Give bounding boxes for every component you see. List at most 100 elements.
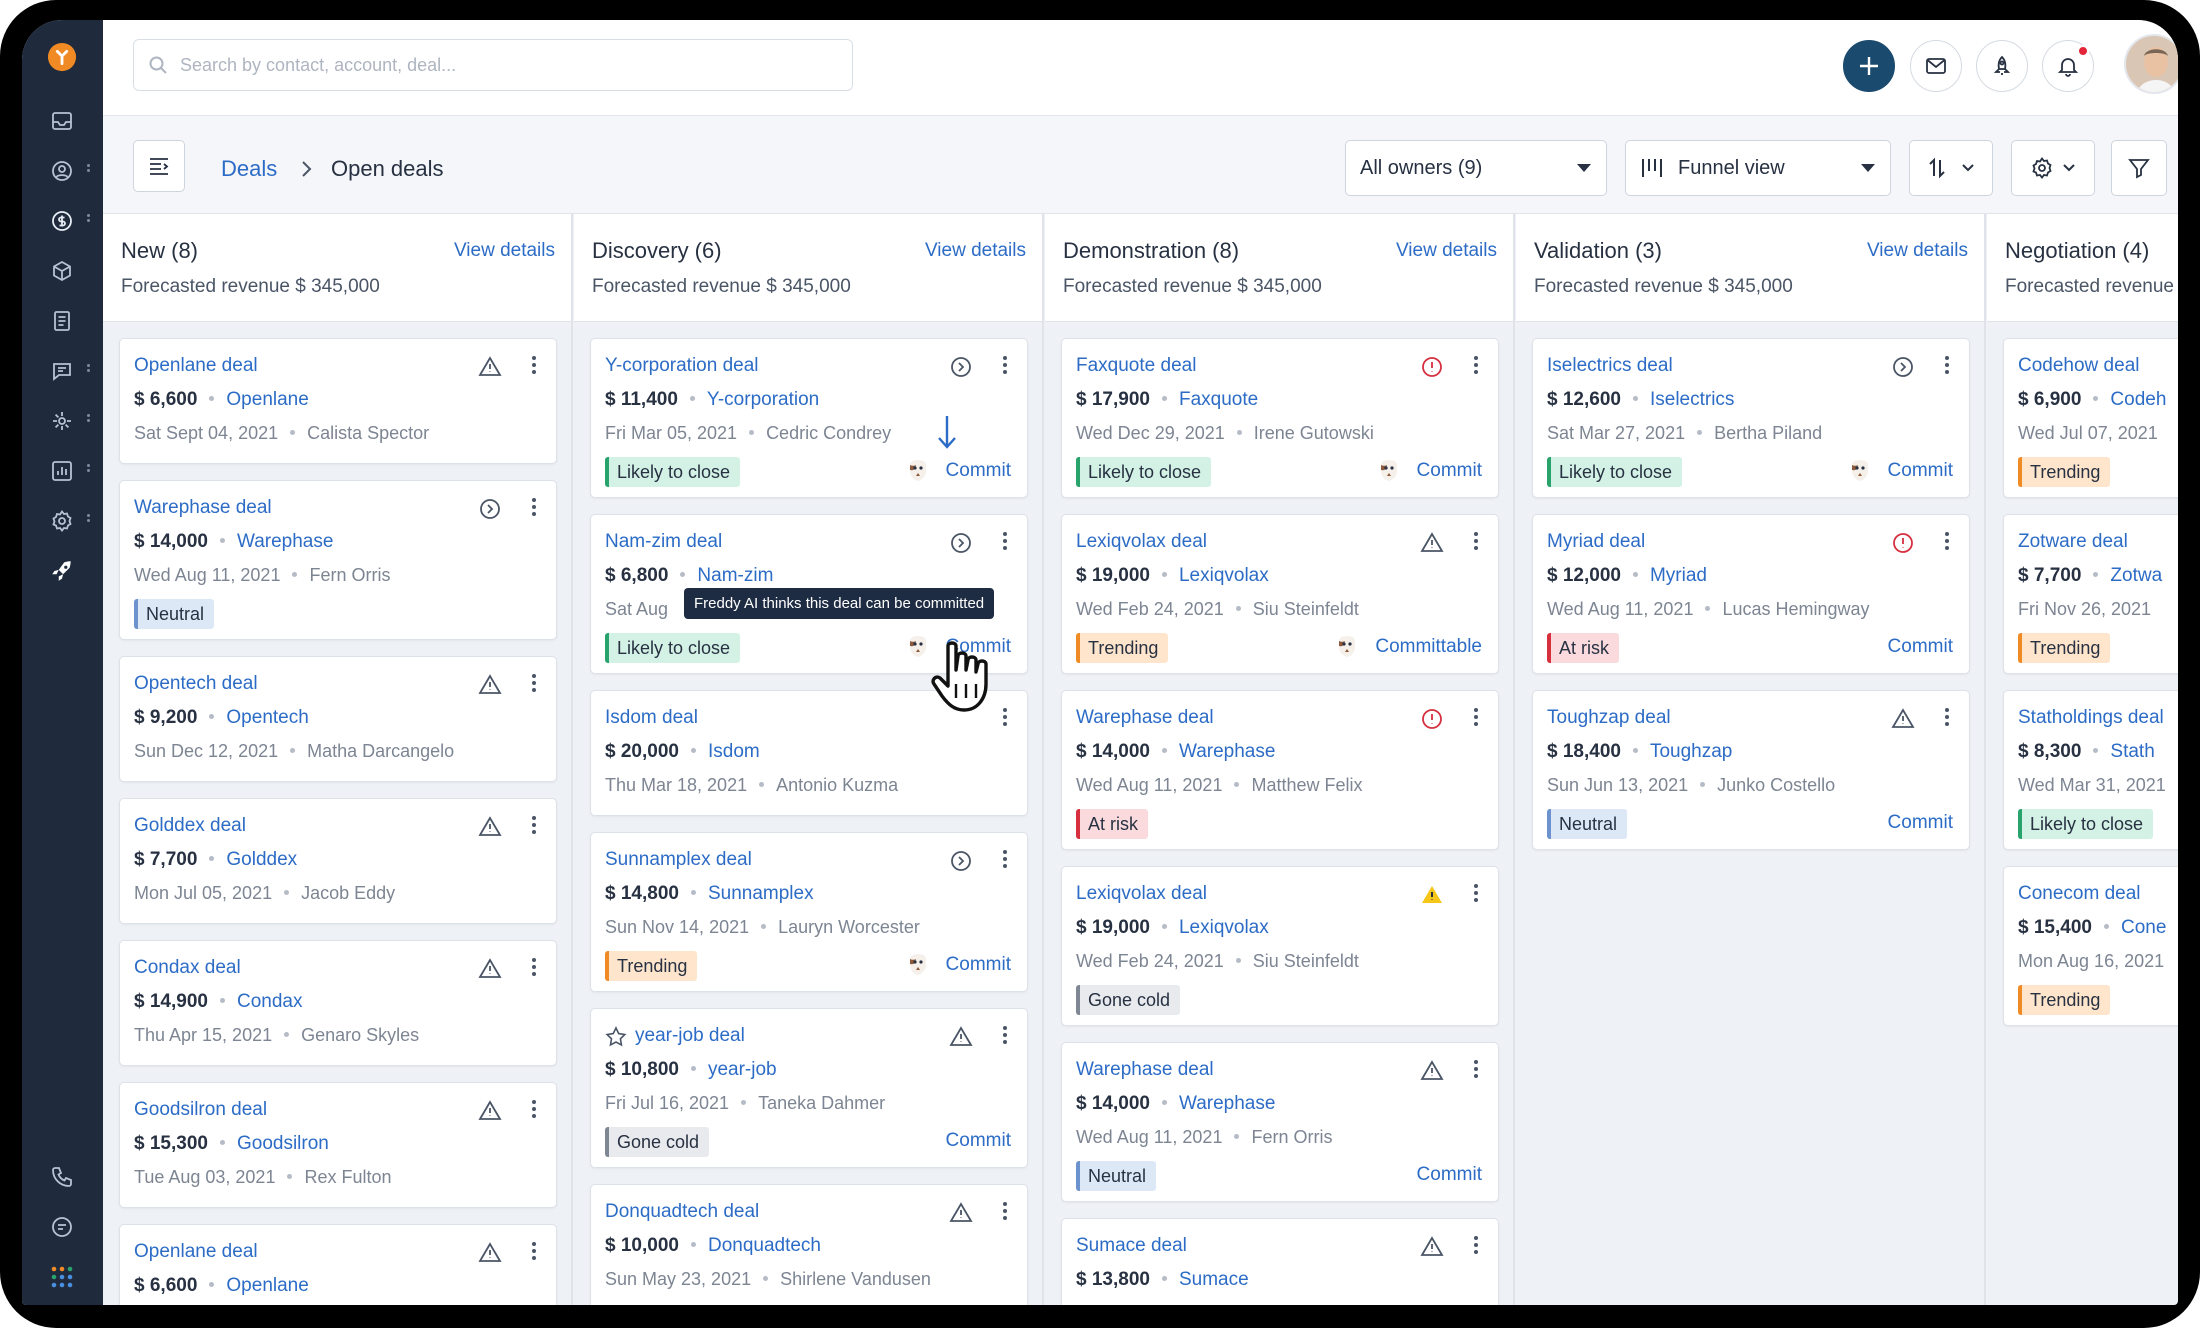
deal-name-link[interactable]: Golddex deal [134,815,246,837]
more-options-icon[interactable] [1003,529,1009,553]
view-details-link[interactable]: View details [1867,240,1968,262]
more-options-icon[interactable] [532,671,538,695]
deal-name-link[interactable]: Codehow deal [2018,355,2139,377]
view-details-link[interactable]: View details [925,240,1026,262]
deal-card[interactable]: Opentech deal $ 9,200 Opentech Sun Dec 12, … [119,656,557,782]
deal-name-link[interactable]: Warephase deal [1076,707,1214,729]
deal-name-link[interactable]: Statholdings deal [2018,707,2164,729]
deal-name-link[interactable]: Zotware deal [2018,531,2128,553]
deal-card[interactable]: Openlane deal $ 6,600 Openlane Sat Sept 04,… [119,338,557,464]
account-link[interactable]: Isdom [708,741,760,762]
mail-button[interactable] [1910,40,1962,92]
warning-icon[interactable] [949,1201,973,1225]
warning-icon[interactable] [1420,1059,1444,1083]
commit-link[interactable]: Commit [1888,460,1953,482]
account-link[interactable]: Nam-zim [697,565,773,586]
view-dropdown[interactable]: Funnel view [1625,140,1891,196]
automation-more-dots[interactable] [87,412,91,428]
more-options-icon[interactable] [1474,529,1480,553]
warning-icon[interactable] [478,1241,502,1265]
deal-card[interactable]: Iselectrics deal $ 12,600 Iselectrics Sat M… [1532,338,1970,498]
warning-icon[interactable] [1420,531,1444,555]
breadcrumb-root[interactable]: Deals [221,156,277,182]
more-options-icon[interactable] [532,353,538,377]
more-options-icon[interactable] [532,495,538,519]
deal-card[interactable]: Golddex deal $ 7,700 Golddex Mon Jul 05, 20… [119,798,557,924]
deals-icon[interactable] [47,206,77,236]
commit-link[interactable]: Commit [1417,1164,1482,1186]
deal-name-link[interactable]: Y-corporation deal [605,355,759,377]
account-link[interactable]: Zotwa [2110,565,2162,586]
deal-card[interactable]: Sunnamplex deal $ 14,800 Sunnamplex Sun Nov… [590,832,1028,992]
forward-circle-icon[interactable] [949,355,973,379]
owners-dropdown[interactable]: All owners (9) [1345,140,1607,196]
warning-icon[interactable] [478,957,502,981]
warning-icon[interactable] [1420,1235,1444,1259]
account-link[interactable]: Myriad [1650,565,1707,586]
account-link[interactable]: Lexiqvolax [1179,565,1269,586]
reports-icon[interactable] [47,456,77,486]
deal-name-link[interactable]: Myriad deal [1547,531,1645,553]
deal-card[interactable]: Lexiqvolax deal $ 19,000 Lexiqvolax Wed Feb… [1061,514,1499,674]
avatar[interactable] [2124,34,2178,94]
deal-name-link[interactable]: Condax deal [134,957,241,979]
alert-circle-icon[interactable] [1420,355,1444,379]
deal-name-link[interactable]: Nam-zim deal [605,531,722,553]
sort-button[interactable] [1909,140,1993,196]
more-options-icon[interactable] [1474,1233,1480,1257]
deal-name-link[interactable]: Opentech deal [134,673,258,695]
deal-name-link[interactable]: Faxquote deal [1076,355,1196,377]
account-link[interactable]: Lexiqvolax [1179,917,1269,938]
warning-icon[interactable] [478,815,502,839]
deal-card[interactable]: Goodsilron deal $ 15,300 Goodsilron Tue Aug… [119,1082,557,1208]
more-options-icon[interactable] [1003,847,1009,871]
deal-name-link[interactable]: Toughzap deal [1547,707,1671,729]
deal-name-link[interactable]: Openlane deal [134,355,258,377]
contacts-more-dots[interactable] [87,162,91,178]
deal-name-link[interactable]: Isdom deal [605,707,698,729]
more-options-icon[interactable] [1474,881,1480,905]
deal-card[interactable]: Warephase deal $ 14,000 Warephase Wed Aug 1… [1061,690,1499,850]
chat-icon[interactable] [47,1212,77,1242]
warning-icon[interactable] [478,355,502,379]
deal-card[interactable]: Faxquote deal $ 17,900 Faxquote Wed Dec 29,… [1061,338,1499,498]
settings-dropdown[interactable] [2011,140,2095,196]
account-link[interactable]: Opentech [226,707,308,728]
account-link[interactable]: Warephase [1179,1093,1275,1114]
account-link[interactable]: Warephase [1179,741,1275,762]
views-toggle-button[interactable] [133,140,185,192]
more-options-icon[interactable] [1003,1023,1009,1047]
deal-card[interactable]: year-job deal $ 10,800 year-job Fri Jul 16,… [590,1008,1028,1168]
more-options-icon[interactable] [532,1239,538,1263]
deal-name-link[interactable]: Sunnamplex deal [605,849,752,871]
account-link[interactable]: Iselectrics [1650,389,1734,410]
more-options-icon[interactable] [532,1097,538,1121]
account-link[interactable]: Toughzap [1650,741,1732,762]
deal-card[interactable]: Myriad deal $ 12,000 Myriad Wed Aug 11, 202… [1532,514,1970,674]
deal-card[interactable]: Y-corporation deal $ 11,400 Y-corporation F… [590,338,1028,498]
rocket-icon[interactable] [47,556,77,586]
account-link[interactable]: Stath [2110,741,2154,762]
forward-circle-icon[interactable] [478,497,502,521]
commit-link[interactable]: Committable [1375,636,1482,658]
deal-card[interactable]: Warephase deal $ 14,000 Warephase Wed Aug 1… [119,480,557,640]
account-link[interactable]: Sunnamplex [708,883,814,904]
phone-icon[interactable] [47,1162,77,1192]
more-options-icon[interactable] [532,813,538,837]
deal-name-link[interactable]: Openlane deal [134,1241,258,1263]
account-link[interactable]: Condax [237,991,303,1012]
star-icon[interactable] [605,1026,627,1048]
search-input[interactable]: Search by contact, account, deal... [133,39,853,91]
warning-icon[interactable] [478,1099,502,1123]
warning-filled-icon[interactable] [1420,883,1444,907]
products-icon[interactable] [47,256,77,286]
more-options-icon[interactable] [1474,1057,1480,1081]
notifications-button[interactable] [2042,40,2094,92]
warning-icon[interactable] [949,1025,973,1049]
deal-card[interactable]: Condax deal $ 14,900 Condax Thu Apr 15, 202… [119,940,557,1066]
account-link[interactable]: Cone [2121,917,2166,938]
deal-name-link[interactable]: Donquadtech deal [605,1201,759,1223]
settings-gear-icon[interactable] [47,506,77,536]
add-button[interactable] [1843,40,1895,92]
account-link[interactable]: Donquadtech [708,1235,821,1256]
